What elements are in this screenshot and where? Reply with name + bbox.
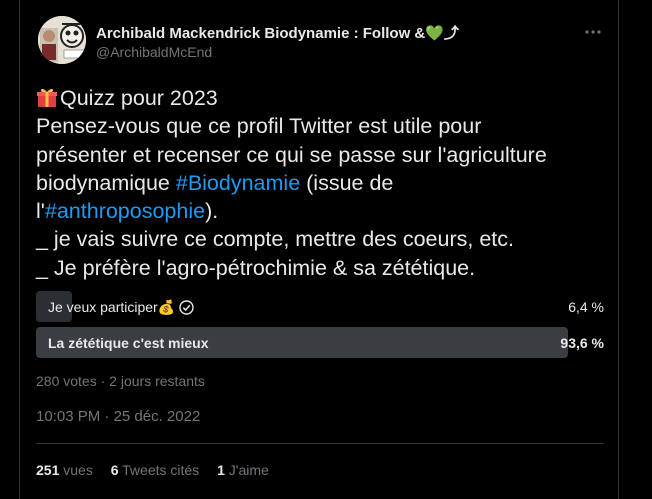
quotes-count: 6 (110, 462, 119, 478)
avatar-image (38, 16, 86, 64)
poll-time-left: 2 jours restants (109, 373, 205, 389)
poll-option-2: La zététique c'est mieux 93,6 % (36, 327, 604, 358)
poll-option-1-label: Je veux participer💰 (48, 299, 194, 316)
poll-option-1-text: Je veux participer (48, 299, 158, 315)
views-stat: 251 vues (36, 462, 93, 478)
arrow-up-icon: ⤴ (443, 25, 459, 42)
tweet-line-1: Quizz pour 2023 (60, 86, 218, 110)
poll-option-1-percent: 6,4 % (568, 299, 604, 315)
hashtag-anthroposophie[interactable]: #anthroposophie (45, 199, 205, 223)
poll-option-2-percent: 93,6 % (560, 335, 604, 351)
check-circle-icon (179, 300, 194, 315)
divider (36, 443, 604, 444)
likes-stat[interactable]: 1 J'aime (217, 462, 269, 478)
tweet-line-3: présenter et recenser ce qui se passe su… (36, 142, 547, 167)
tweet-timestamp[interactable]: 10:03 PM · 25 déc. 2022 (36, 408, 200, 425)
tweet-line-5-pre: l' (36, 199, 45, 224)
quotes-stat[interactable]: 6 Tweets cités (111, 462, 199, 478)
author-handle[interactable]: @ArchibaldMcEnd (96, 44, 212, 60)
likes-label: J'aime (228, 462, 269, 478)
tweet-line-7: _ Je préfère l'agro-pétrochimie & sa zét… (36, 255, 476, 280)
poll-votes: 280 votes (36, 373, 97, 389)
money-bag-icon: 💰 (157, 299, 176, 315)
tweet-line-4-post: (issue de (300, 170, 394, 195)
hashtag-biodynamie[interactable]: #Biodynamie (176, 171, 300, 195)
tweet-line-2: Pensez-vous que ce profil Twitter est ut… (36, 114, 482, 139)
poll-meta-separator: · (96, 373, 110, 389)
tweet-line-6: _ je vais suivre ce compte, mettre des c… (36, 227, 514, 252)
green-heart-icon: 💚 (425, 25, 444, 42)
views-label: vues (63, 462, 93, 478)
author-name[interactable]: Archibald Mackendrick Biodynamie : Follo… (96, 22, 459, 43)
tweet-line-5-post: ). (205, 199, 219, 224)
tweet-text: Quizz pour 2023 Pensez-vous que ce profi… (36, 84, 611, 282)
views-count: 251 (36, 462, 60, 478)
poll-option-1: Je veux participer💰 6,4 % (36, 291, 604, 322)
tweet-stats: 251 vues 6 Tweets cités 1 J'aime (36, 462, 283, 478)
gift-icon (36, 86, 58, 108)
tweet-line-4-pre: biodynamique (36, 170, 176, 195)
tweet: Archibald Mackendrick Biodynamie : Follo… (19, 0, 619, 499)
quotes-label: Tweets cités (122, 462, 200, 478)
timestamp-separator: · (100, 408, 114, 425)
timestamp-time: 10:03 PM (36, 408, 101, 425)
more-horizontal-icon[interactable] (582, 22, 604, 42)
author-name-text: Archibald Mackendrick Biodynamie : Follo… (96, 25, 426, 42)
likes-count: 1 (217, 462, 225, 478)
poll-meta: 280 votes · 2 jours restants (36, 373, 205, 389)
avatar[interactable] (38, 16, 86, 64)
timestamp-date: 25 déc. 2022 (113, 408, 201, 425)
poll-option-2-label: La zététique c'est mieux (48, 335, 209, 351)
